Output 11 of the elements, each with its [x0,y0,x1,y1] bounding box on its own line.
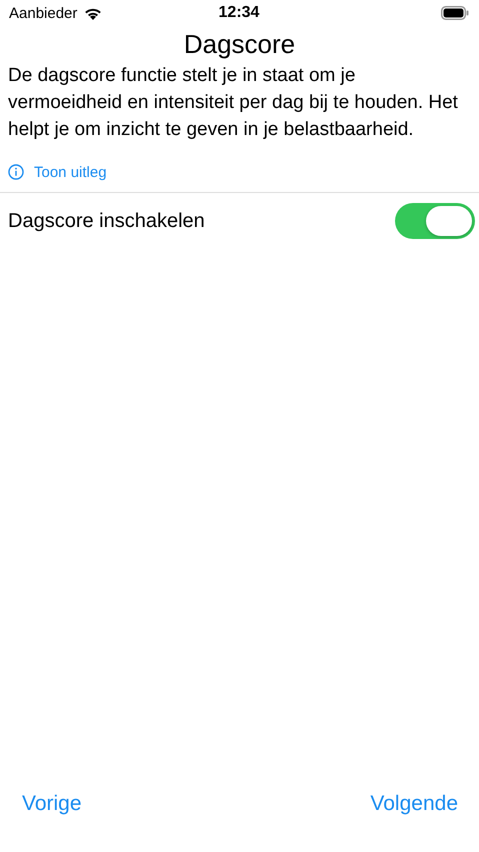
battery-icon [440,6,469,20]
clock-time: 12:34 [218,4,260,22]
description-text: De dagscore functie stelt je in staat om je vermoeidheid en intensiteit per dag bij te houden. Het helpt je om inzicht te geven in je belastbaarheid. [8,64,459,142]
carrier-name: Aanbieder [9,4,78,22]
info-icon[interactable] [8,164,24,180]
toggle-switch[interactable] [395,203,475,239]
page-title: Dagscore [182,28,296,60]
next-link[interactable]: Volgende [370,792,458,832]
setting-label: Dagscore inschakelen [8,210,205,232]
back-link[interactable]: Vorige [22,792,82,832]
explanation-link[interactable]: Toon uitleg [34,164,107,180]
